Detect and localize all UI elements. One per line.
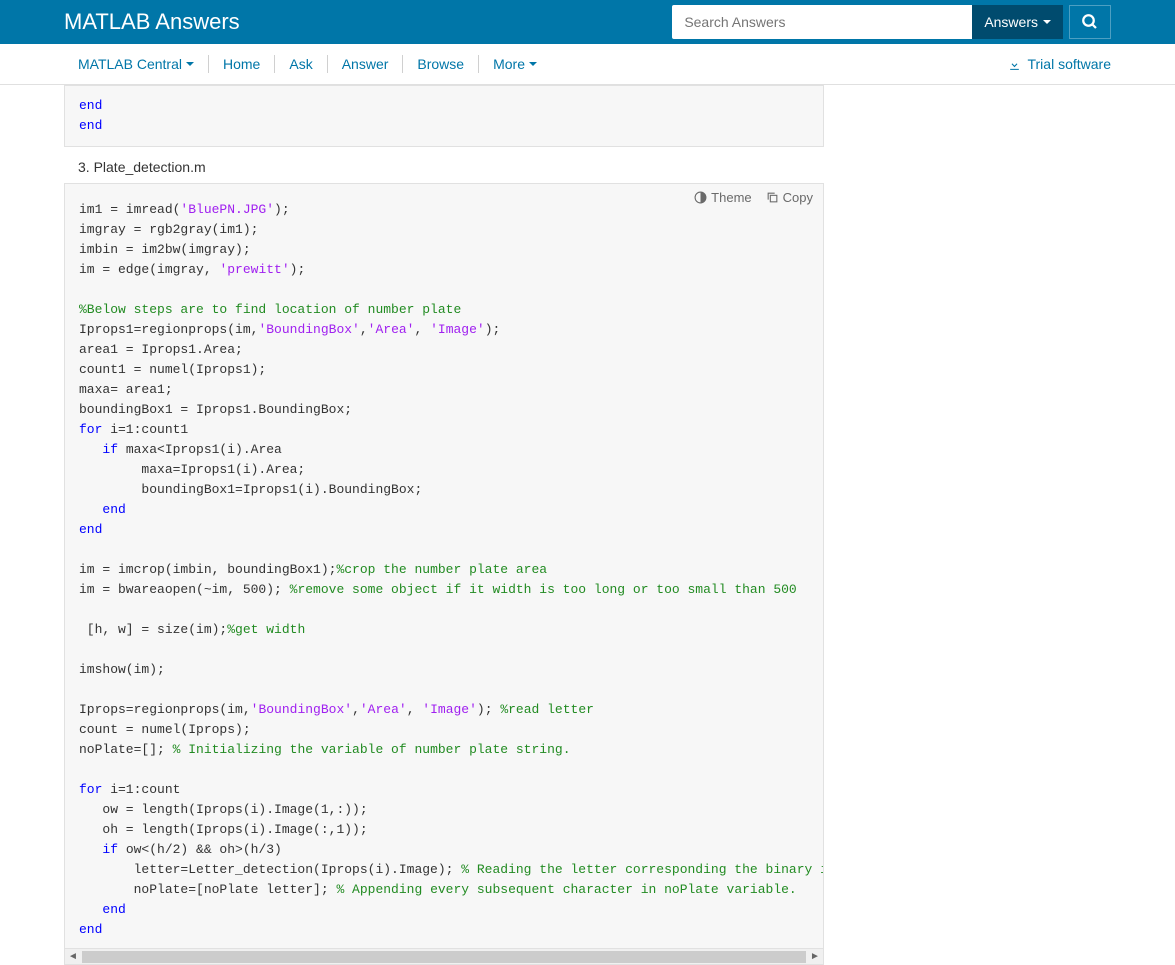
search-button[interactable]	[1069, 5, 1111, 39]
nav-ask[interactable]: Ask	[275, 56, 326, 72]
theme-label: Theme	[711, 190, 751, 205]
horizontal-scrollbar[interactable]: ◄ ►	[64, 949, 824, 965]
nav-links: MATLAB Central Home Ask Answer Browse Mo…	[64, 55, 551, 73]
page-content: end end 3. Plate_detection.m Theme Copy …	[0, 85, 1175, 965]
copy-label: Copy	[783, 190, 813, 205]
code-block: Theme Copy im1 = imread('BluePN.JPG'); i…	[64, 183, 824, 949]
search-container: Answers	[672, 5, 1111, 39]
main-column: end end 3. Plate_detection.m Theme Copy …	[64, 85, 824, 965]
nav-matlab-central[interactable]: MATLAB Central	[64, 56, 208, 72]
trial-label: Trial software	[1027, 56, 1111, 72]
scroll-right-arrow-icon[interactable]: ►	[807, 949, 823, 965]
search-icon	[1081, 13, 1099, 31]
code-keyword: end	[79, 98, 102, 113]
nav-home[interactable]: Home	[209, 56, 274, 72]
nav-browse[interactable]: Browse	[403, 56, 478, 72]
section-label: 3. Plate_detection.m	[64, 147, 824, 183]
copy-icon	[766, 191, 779, 204]
top-header: MATLAB Answers Answers	[0, 0, 1175, 44]
brand-title: MATLAB Answers	[64, 9, 672, 35]
scroll-track[interactable]	[82, 951, 806, 963]
nav-answer[interactable]: Answer	[328, 56, 403, 72]
answers-dropdown[interactable]: Answers	[972, 5, 1063, 39]
answers-dropdown-label: Answers	[984, 14, 1038, 30]
nav-bar: MATLAB Central Home Ask Answer Browse Mo…	[0, 44, 1175, 85]
code-block-prev: end end	[64, 85, 824, 147]
code-toolbar: Theme Copy	[694, 190, 813, 205]
copy-button[interactable]: Copy	[766, 190, 813, 205]
chevron-down-icon	[1043, 20, 1051, 24]
code-content[interactable]: im1 = imread('BluePN.JPG'); imgray = rgb…	[65, 184, 823, 948]
chevron-down-icon	[529, 62, 537, 66]
download-icon	[1008, 58, 1021, 71]
scroll-left-arrow-icon[interactable]: ◄	[65, 949, 81, 965]
search-input[interactable]	[672, 5, 972, 39]
theme-icon	[694, 191, 707, 204]
code-keyword: end	[79, 118, 102, 133]
trial-software-link[interactable]: Trial software	[1008, 56, 1111, 72]
theme-button[interactable]: Theme	[694, 190, 751, 205]
chevron-down-icon	[186, 62, 194, 66]
nav-more[interactable]: More	[479, 56, 551, 72]
